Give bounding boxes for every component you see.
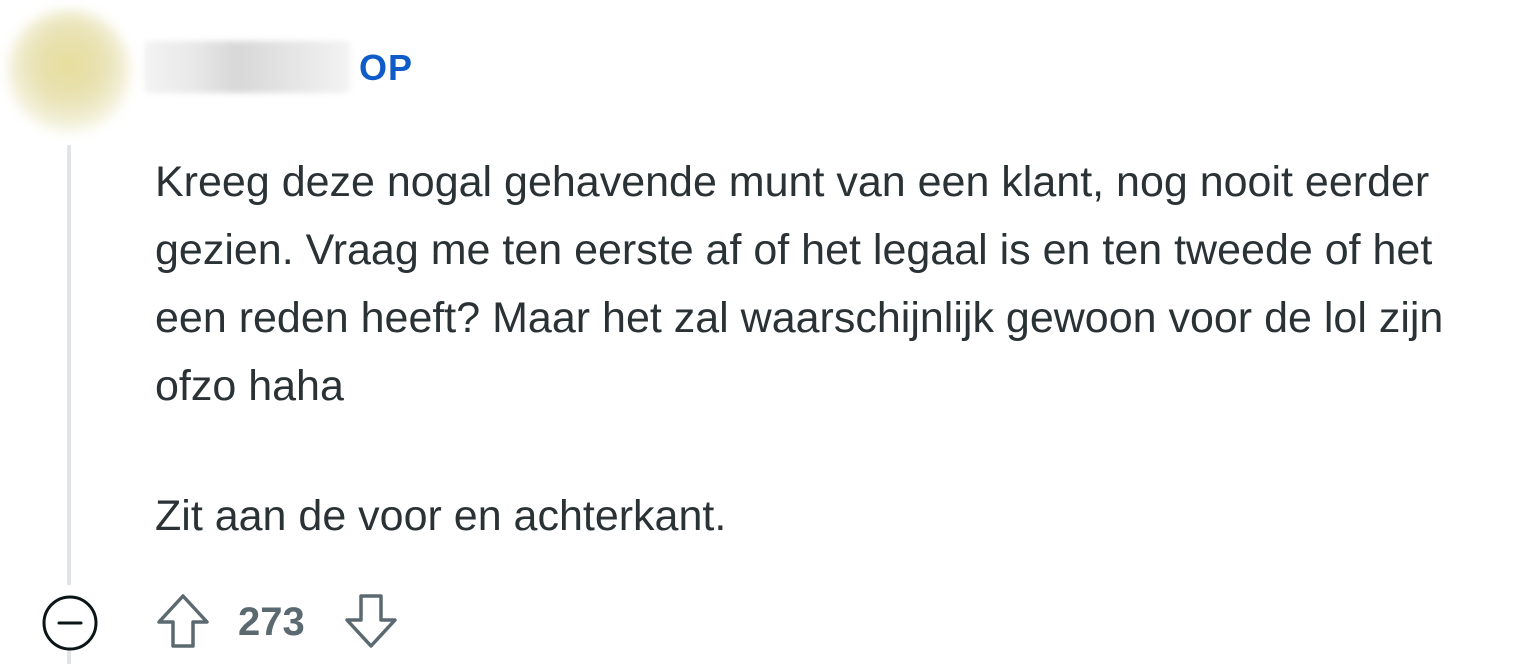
comment-paragraph: Zit aan de voor en achterkant. <box>155 492 727 540</box>
comment-paragraph: Kreeg deze nogal gehavende munt van een … <box>155 158 1444 410</box>
vote-count: 273 <box>238 600 305 644</box>
upvote-button[interactable] <box>155 592 211 650</box>
op-badge: OP <box>359 47 414 88</box>
avatar[interactable] <box>8 10 130 132</box>
downvote-button[interactable] <box>343 592 399 650</box>
downvote-arrow-icon <box>345 594 397 648</box>
upvote-arrow-icon <box>157 594 209 648</box>
comment-body: Kreeg deze nogal gehavende munt van een … <box>155 148 1515 550</box>
collapse-button[interactable] <box>42 595 98 651</box>
thread-line[interactable] <box>67 145 71 585</box>
collapse-minus-icon <box>42 595 98 651</box>
author-username[interactable] <box>144 41 350 93</box>
